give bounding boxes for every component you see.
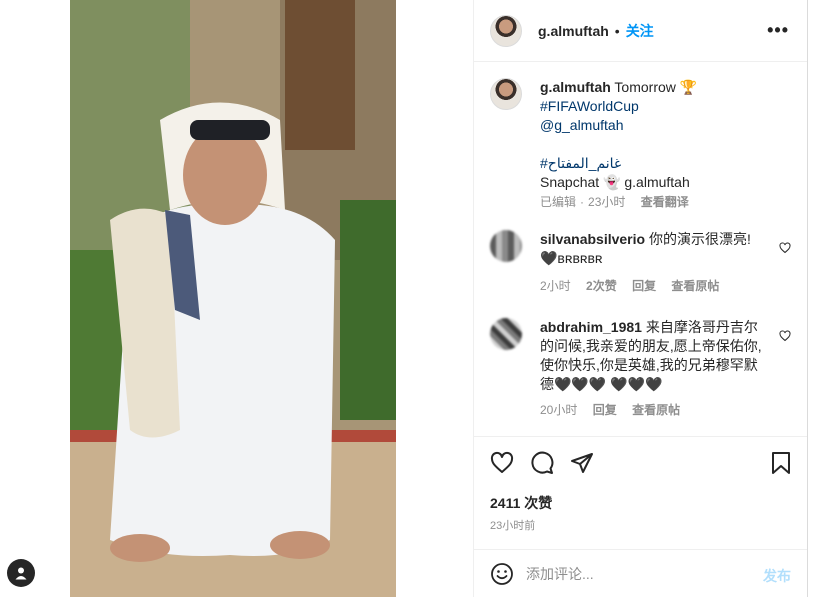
reply-button[interactable]: 回复	[593, 403, 617, 417]
add-comment-bar: 发布	[474, 549, 807, 597]
reply-button[interactable]: 回复	[632, 279, 656, 293]
comment-meta: 2小时 2次赞 回复 查看原帖	[540, 278, 791, 294]
commenter-avatar[interactable]	[490, 230, 522, 262]
comment-item: abdrahim_1981 来自摩洛哥丹吉尔的问候,我亲爱的朋友,愿上帝保佑你,…	[490, 318, 791, 418]
like-comment-heart-icon[interactable]	[779, 242, 791, 254]
tagged-user-button[interactable]	[7, 559, 35, 587]
post-caption: g.almuftah Tomorrow 🏆 #FIFAWorldCup @g_a…	[490, 78, 791, 210]
see-translation-link[interactable]: 查看翻译	[641, 195, 689, 209]
caption-edited: 已编辑	[540, 195, 577, 209]
share-send-icon[interactable]	[570, 451, 594, 475]
caption-hashtag-worldcup[interactable]: #FIFAWorldCup	[540, 97, 791, 116]
caption-hashtag-arabic[interactable]: #غانم_المفتاح	[540, 154, 791, 173]
follow-button[interactable]: 关注	[626, 21, 654, 41]
bookmark-save-icon[interactable]	[771, 451, 791, 475]
comment-text: 你的演示很漂亮!	[648, 231, 751, 247]
comments-list[interactable]: g.almuftah Tomorrow 🏆 #FIFAWorldCup @g_a…	[474, 62, 807, 436]
post-photo[interactable]	[70, 0, 396, 597]
see-original-link[interactable]: 查看原帖	[671, 279, 719, 293]
comment-input[interactable]	[526, 565, 726, 582]
caption-meta: 已编辑 · 23小时 查看翻译	[540, 195, 689, 209]
post-media-pane	[0, 0, 473, 597]
comment-text-continued: 🖤ʙʀʙʀʙʀ	[540, 250, 603, 266]
post-photo-illustration	[70, 0, 396, 597]
user-icon	[15, 567, 27, 580]
comment-likes[interactable]: 2次赞	[586, 279, 617, 293]
commenter-avatar[interactable]	[490, 318, 522, 350]
caption-time: 23小时	[588, 195, 626, 209]
comment-item: silvanabsilverio 你的演示很漂亮! 🖤ʙʀʙʀʙʀ 2小时 2次…	[490, 230, 791, 294]
comment-meta: 20小时 回复 查看原帖	[540, 402, 769, 418]
like-heart-icon[interactable]	[490, 451, 514, 475]
post-actions: 2411 次赞 23小时前	[474, 436, 807, 554]
comment-time: 2小时	[540, 279, 571, 293]
author-username[interactable]: g.almuftah	[538, 23, 609, 39]
see-original-link[interactable]: 查看原帖	[632, 403, 680, 417]
caption-username[interactable]: g.almuftah	[540, 79, 611, 95]
post-details-pane: g.almuftah • 关注 ••• g.almuftah Tomorrow …	[473, 0, 808, 597]
post-comment-button[interactable]: 发布	[763, 566, 791, 586]
author-avatar[interactable]	[490, 14, 522, 47]
caption-line1: Tomorrow 🏆	[614, 79, 698, 95]
caption-mention[interactable]: @g_almuftah	[540, 116, 791, 135]
comment-username[interactable]: silvanabsilverio	[540, 231, 645, 247]
post-timestamp: 23小时前	[490, 520, 536, 532]
caption-author-avatar[interactable]	[490, 78, 522, 110]
caption-snapchat: Snapchat 👻 g.almuftah	[540, 174, 690, 190]
comment-bubble-icon[interactable]	[530, 451, 554, 475]
like-comment-heart-icon[interactable]	[779, 330, 791, 342]
emoji-smiley-icon[interactable]	[490, 562, 514, 586]
header-separator: •	[614, 22, 620, 39]
more-options-icon[interactable]: •••	[767, 21, 789, 39]
likes-count[interactable]: 2411 次赞	[490, 493, 552, 513]
post-header: g.almuftah • 关注 •••	[474, 0, 807, 62]
comment-time: 20小时	[540, 403, 578, 417]
comment-username[interactable]: abdrahim_1981	[540, 319, 642, 335]
